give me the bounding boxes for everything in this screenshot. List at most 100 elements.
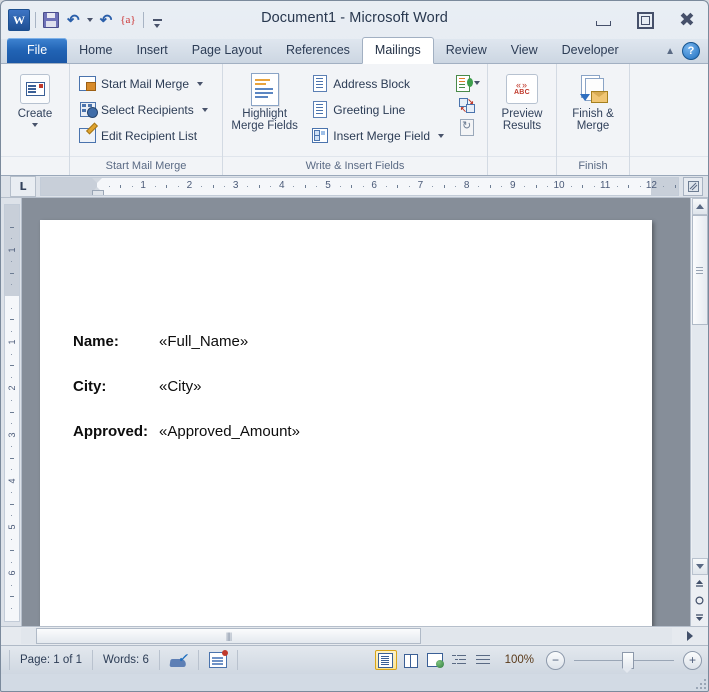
ruler-number: 3 <box>7 432 17 438</box>
view-print-layout[interactable] <box>374 650 397 670</box>
zoom-slider[interactable] <box>574 651 674 673</box>
ruler-tick <box>10 365 14 367</box>
status-proofing[interactable]: ✓ <box>160 650 199 670</box>
ruler-dot <box>224 186 226 187</box>
tab-selector-button[interactable]: L <box>10 176 36 197</box>
address-block-button[interactable]: Address Block <box>307 72 448 95</box>
maximize-button[interactable] <box>634 10 656 30</box>
view-ruler-button[interactable] <box>683 177 703 196</box>
preview-glyph: «» <box>515 80 528 90</box>
view-full-screen-reading[interactable] <box>401 651 421 669</box>
greeting-line-button[interactable]: Greeting Line <box>307 98 448 121</box>
create-button[interactable]: Create <box>6 69 64 127</box>
ruler-tick <box>10 411 14 413</box>
grip-icon <box>696 266 703 274</box>
tab-file[interactable]: File <box>7 38 68 63</box>
ruler-dot <box>11 238 12 240</box>
document-page[interactable]: Name: «Full_Name» City: «City» Approved:… <box>40 220 652 626</box>
preview-label-1: Preview <box>501 108 543 120</box>
horizontal-ruler-strip[interactable]: 1 2 3 4 5 6 7 8 9 10 11 12 <box>40 177 679 196</box>
chevron-down-icon[interactable] <box>438 133 444 138</box>
status-page[interactable]: Page: 1 of 1 <box>9 650 94 670</box>
next-page-button[interactable] <box>692 609 708 626</box>
edit-recipient-list-button[interactable]: Edit Recipient List <box>75 124 212 147</box>
tab-review[interactable]: Review <box>434 38 499 63</box>
group-label-finish: Finish <box>557 156 629 175</box>
document-work-area: 1 1 2 3 4 5 6 Name: «Full_Name» City: «City» A… <box>1 198 708 626</box>
match-fields-button[interactable]: ↘ ↖ <box>458 96 476 114</box>
ruler-number: 9 <box>510 180 516 191</box>
tab-references[interactable]: References <box>274 38 362 63</box>
vertical-scroll-track[interactable] <box>691 215 708 558</box>
tab-mailings[interactable]: Mailings <box>361 37 434 64</box>
tab-page-layout[interactable]: Page Layout <box>180 38 274 63</box>
edit-recipient-list-label: Edit Recipient List <box>101 128 198 143</box>
zoom-slider-thumb[interactable] <box>622 651 634 673</box>
left-indent-marker[interactable] <box>92 190 104 195</box>
view-draft[interactable] <box>473 651 493 669</box>
minimize-ribbon-icon[interactable]: ▲ <box>665 46 675 57</box>
finish-and-merge-button[interactable]: Finish & Merge <box>564 69 622 132</box>
view-web-layout[interactable] <box>425 651 445 669</box>
first-line-indent-marker[interactable] <box>92 178 102 183</box>
full-screen-reading-icon <box>403 654 418 668</box>
previous-page-button[interactable] <box>692 575 708 592</box>
ruler-tick <box>10 503 14 505</box>
highlight-icon-wrap <box>249 72 281 106</box>
ruler-dot <box>11 515 12 517</box>
help-icon[interactable]: ? <box>682 42 700 60</box>
ruler-dot <box>11 399 12 401</box>
ruler-dot <box>455 186 457 187</box>
zoom-out-button[interactable]: − <box>546 650 565 670</box>
tab-developer[interactable]: Developer <box>550 38 631 63</box>
preview-results-button[interactable]: «» ABC Preview Results <box>493 69 551 132</box>
view-outline[interactable] <box>449 651 469 669</box>
select-recipients-button[interactable]: Select Recipients <box>75 98 212 121</box>
status-bar: Page: 1 of 1 Words: 6 ✓ 100% − + <box>1 645 708 689</box>
update-labels-button[interactable] <box>458 118 476 136</box>
ruler-number: 1 <box>140 180 146 191</box>
ruler-number: 4 <box>7 478 17 484</box>
close-button[interactable]: ✖ <box>676 10 698 30</box>
ruler-dot <box>154 186 156 187</box>
vertical-scrollbar[interactable] <box>690 198 708 626</box>
arrow-down-icon <box>695 564 704 569</box>
ruler-dot <box>293 186 295 187</box>
scroll-right-button[interactable] <box>672 631 708 641</box>
scroll-up-button[interactable] <box>691 198 708 215</box>
chevron-down-icon[interactable] <box>197 81 204 86</box>
zoom-in-button[interactable]: + <box>683 650 702 670</box>
match-fields-icon: ↘ ↖ <box>459 96 475 114</box>
scroll-down-button[interactable] <box>691 558 708 575</box>
status-merge-state[interactable] <box>199 650 238 670</box>
merge-status-icon <box>208 650 228 668</box>
address-block-label: Address Block <box>333 76 410 91</box>
horizontal-scroll-thumb[interactable]: |||| <box>36 628 421 644</box>
rules-button[interactable] <box>454 74 473 92</box>
chevron-down-icon[interactable] <box>201 107 208 112</box>
document-canvas[interactable]: Name: «Full_Name» City: «City» Approved:… <box>22 198 690 626</box>
horizontal-scrollbar[interactable]: |||| <box>1 626 708 645</box>
tab-home[interactable]: Home <box>67 38 124 63</box>
document-body[interactable]: Name: «Full_Name» City: «City» Approved:… <box>73 333 593 468</box>
tab-insert[interactable]: Insert <box>125 38 180 63</box>
doc-label: City: <box>73 378 107 395</box>
resize-grip-icon[interactable] <box>696 679 706 689</box>
ruler-dot <box>11 330 12 332</box>
chevron-down-icon[interactable] <box>474 81 480 85</box>
horizontal-scroll-track[interactable]: |||| <box>21 628 672 644</box>
ruler-dot <box>11 284 12 286</box>
vertical-scroll-thumb[interactable] <box>691 215 708 325</box>
print-layout-icon <box>378 652 394 668</box>
write-insert-tiny-buttons: ↘ ↖ <box>448 69 482 136</box>
select-browse-object-button[interactable] <box>692 592 708 609</box>
insert-merge-field-button[interactable]: Insert Merge Field <box>307 124 448 147</box>
minimize-button[interactable] <box>592 10 614 30</box>
vertical-ruler[interactable]: 1 1 2 3 4 5 6 <box>1 198 22 626</box>
highlight-merge-fields-button[interactable]: Highlight Merge Fields <box>228 69 301 132</box>
zoom-level-label[interactable]: 100% <box>497 654 542 666</box>
create-dropdown-icon[interactable] <box>32 123 38 127</box>
tab-view[interactable]: View <box>499 38 550 63</box>
status-words[interactable]: Words: 6 <box>93 650 160 670</box>
start-mail-merge-button[interactable]: Start Mail Merge <box>75 72 212 95</box>
